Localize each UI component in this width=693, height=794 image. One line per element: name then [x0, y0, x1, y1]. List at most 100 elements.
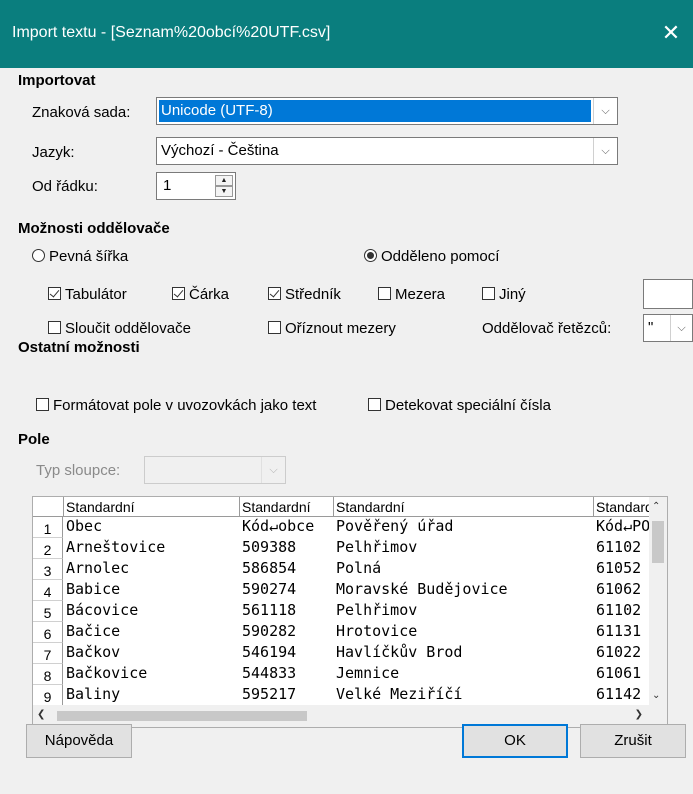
- charset-select[interactable]: Unicode (UTF-8) ⌵: [156, 97, 618, 125]
- spin-down-icon[interactable]: ▼: [215, 186, 233, 197]
- table-cell: Bačkovice: [66, 664, 148, 682]
- radio-icon: [32, 249, 45, 262]
- tab-checkbox[interactable]: Tabulátor: [48, 286, 127, 303]
- from-row-value: 1: [163, 177, 172, 194]
- row-number: 1: [33, 517, 63, 538]
- table-cell: Arneštovice: [66, 538, 166, 556]
- trim-spaces-label: Oříznout mezery: [285, 320, 396, 337]
- checkbox-icon: [368, 398, 381, 411]
- table-cell: 509388: [242, 538, 297, 556]
- string-delimiter-label: Oddělovač řetězců:: [482, 320, 612, 337]
- table-cell: Pověřený úřad: [336, 517, 454, 535]
- column-header[interactable]: Standardní: [594, 497, 650, 517]
- table-cell: Velké Meziříčí: [336, 685, 463, 703]
- merge-delimiters-checkbox[interactable]: Sloučit oddělovače: [48, 320, 191, 337]
- ok-button[interactable]: OK: [462, 724, 568, 758]
- vertical-scrollbar[interactable]: ⌃ ⌄: [649, 497, 667, 705]
- close-icon[interactable]: ✕: [657, 20, 685, 46]
- semicolon-checkbox[interactable]: Středník: [268, 286, 341, 303]
- column-type-label: Typ sloupce:: [36, 462, 121, 479]
- space-label: Mezera: [395, 286, 446, 303]
- column-header[interactable]: Standardní: [334, 497, 594, 517]
- other-separator-input[interactable]: [643, 279, 693, 309]
- row-number: 9: [33, 685, 63, 705]
- language-label: Jazyk:: [32, 144, 75, 161]
- table-cell: 586854: [242, 559, 297, 577]
- scroll-thumb[interactable]: [652, 521, 664, 563]
- row-number: 6: [33, 622, 63, 643]
- other-label: Jiný: [499, 286, 526, 303]
- chevron-down-icon[interactable]: ⌵: [593, 98, 617, 124]
- chevron-down-icon[interactable]: ⌵: [261, 457, 285, 483]
- row-number: 4: [33, 580, 63, 601]
- table-cell: 61062: [596, 580, 642, 598]
- help-button[interactable]: Nápověda: [26, 724, 132, 758]
- table-cell: 61052: [596, 559, 642, 577]
- spin-up-icon[interactable]: ▲: [215, 175, 233, 186]
- checkbox-icon: [482, 287, 495, 300]
- table-cell: Moravské Budějovice: [336, 580, 508, 598]
- table-cell: 595217: [242, 685, 297, 703]
- table-cell: 590274: [242, 580, 297, 598]
- row-number: 5: [33, 601, 63, 622]
- radio-selected-icon: [364, 249, 377, 262]
- import-section-heading: Importovat: [18, 72, 96, 89]
- table-cell: 546194: [242, 643, 297, 661]
- scroll-up-icon[interactable]: ⌃: [652, 501, 660, 512]
- column-type-select[interactable]: ⌵: [144, 456, 286, 484]
- checkbox-icon: [378, 287, 391, 300]
- space-checkbox[interactable]: Mezera: [378, 286, 445, 303]
- chevron-down-icon[interactable]: ⌵: [670, 315, 692, 341]
- row-number: 3: [33, 559, 63, 580]
- detect-special-label: Detekovat speciální čísla: [385, 397, 551, 414]
- table-cell: 61102: [596, 538, 642, 556]
- table-cell: Kód↵obce: [242, 517, 315, 535]
- trim-spaces-checkbox[interactable]: Oříznout mezery: [268, 320, 396, 337]
- fixed-width-label: Pevná šířka: [49, 248, 129, 265]
- row-number: 2: [33, 538, 63, 559]
- string-delimiter-select[interactable]: " ⌵: [643, 314, 693, 342]
- comma-checkbox[interactable]: Čárka: [172, 286, 229, 303]
- detect-special-checkbox[interactable]: Detekovat speciální čísla: [368, 397, 551, 414]
- table-cell: 61022: [596, 643, 642, 661]
- table-cell: Jemnice: [336, 664, 400, 682]
- fixed-width-radio[interactable]: Pevná šířka: [32, 248, 128, 265]
- scroll-left-icon[interactable]: ❮: [37, 709, 45, 720]
- preview-table[interactable]: Standardní Standardní Standardní Standar…: [32, 496, 668, 728]
- checkbox-icon: [36, 398, 49, 411]
- quoted-as-text-label: Formátovat pole v uvozovkách jako text: [53, 397, 317, 414]
- quoted-as-text-checkbox[interactable]: Formátovat pole v uvozovkách jako text: [36, 397, 316, 414]
- scroll-thumb[interactable]: [57, 711, 307, 721]
- checkbox-checked-icon: [172, 287, 185, 300]
- table-cell: 61102: [596, 601, 642, 619]
- comma-label: Čárka: [189, 286, 230, 303]
- separated-by-radio[interactable]: Odděleno pomocí: [364, 248, 499, 265]
- column-header[interactable]: Standardní: [64, 497, 240, 517]
- column-header[interactable]: Standardní: [240, 497, 334, 517]
- language-select[interactable]: Výchozí - Čeština ⌵: [156, 137, 618, 165]
- from-row-spinner[interactable]: 1 ▲ ▼: [156, 172, 236, 200]
- table-cell: Hrotovice: [336, 622, 418, 640]
- separator-section-heading: Možnosti oddělovače: [18, 220, 170, 237]
- cancel-button[interactable]: Zrušit: [580, 724, 686, 758]
- table-cell: 61142: [596, 685, 642, 703]
- checkbox-icon: [268, 321, 281, 334]
- chevron-down-icon[interactable]: ⌵: [593, 138, 617, 164]
- scroll-down-icon[interactable]: ⌄: [652, 690, 660, 701]
- from-row-label: Od řádku:: [32, 178, 98, 195]
- fields-heading: Pole: [18, 431, 50, 448]
- tab-label: Tabulátor: [65, 286, 127, 303]
- title-bar: Import textu - [Seznam%20obcí%20UTF.csv]…: [0, 0, 693, 68]
- scroll-right-icon[interactable]: ❯: [635, 709, 643, 720]
- table-cell: 61131: [596, 622, 642, 640]
- table-cell: Pelhřimov: [336, 601, 418, 619]
- table-cell: Babice: [66, 580, 121, 598]
- row-number: 8: [33, 664, 63, 685]
- table-cell: 544833: [242, 664, 297, 682]
- other-checkbox[interactable]: Jiný: [482, 286, 526, 303]
- row-header-corner: [33, 497, 64, 517]
- table-cell: Obec: [66, 517, 103, 535]
- charset-label: Znaková sada:: [32, 104, 131, 121]
- string-delimiter-value: ": [648, 319, 654, 336]
- table-cell: Arnolec: [66, 559, 130, 577]
